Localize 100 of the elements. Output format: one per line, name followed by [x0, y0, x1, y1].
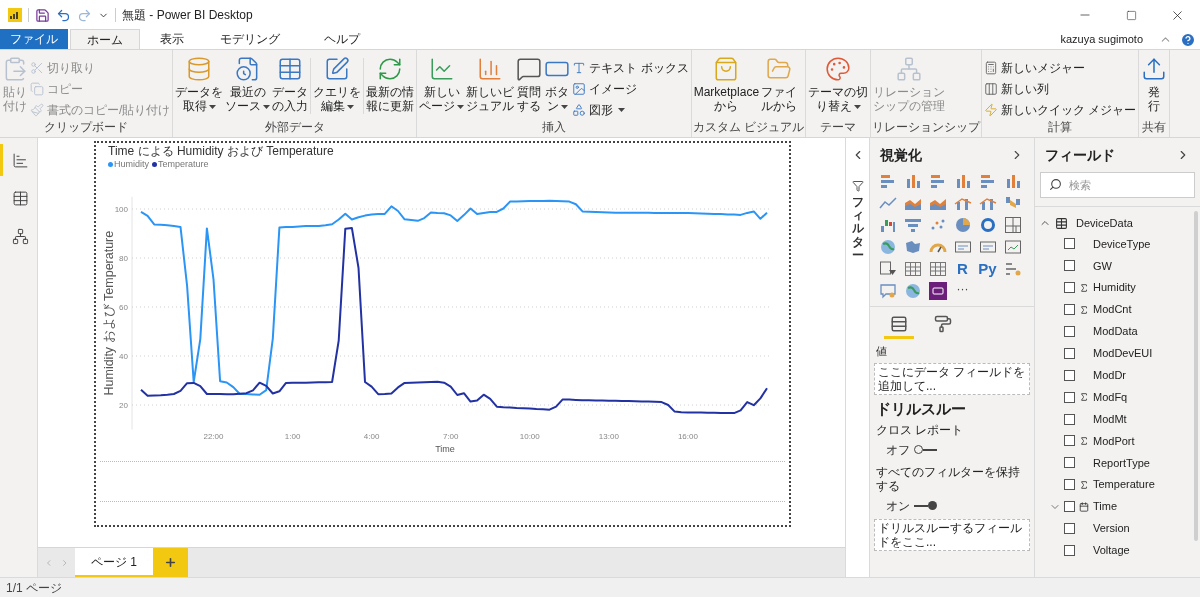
drop-zone[interactable]: ドリルスルーするフィールドをここ...: [874, 518, 1030, 551]
drop-zone[interactable]: ここにデータ フィールドを追加して...: [874, 362, 1030, 395]
treemap-icon[interactable]: [1003, 216, 1022, 234]
search-field[interactable]: 検索: [1040, 172, 1195, 198]
field-name[interactable]: Temperature: [1093, 476, 1155, 493]
field-name[interactable]: Time: [1093, 498, 1118, 515]
field-name[interactable]: ModDr: [1093, 367, 1126, 384]
ribbon-button[interactable]: テーマの切 り替え: [807, 54, 870, 120]
field-name[interactable]: GW: [1093, 257, 1112, 275]
slicer-icon[interactable]: [878, 260, 897, 278]
table-name[interactable]: DeviceData: [1076, 214, 1133, 232]
field-name[interactable]: Version: [1093, 520, 1130, 537]
calendar-icon: [1079, 501, 1089, 512]
pie-chart-icon[interactable]: [953, 216, 972, 234]
ribbon-button[interactable]: データを 取得: [174, 54, 225, 120]
key-influencers-icon[interactable]: [1003, 260, 1022, 278]
field-name[interactable]: DeviceType: [1093, 235, 1151, 253]
checkbox[interactable]: [1064, 347, 1075, 359]
bar-chart-icon[interactable]: [978, 172, 997, 190]
ribbon-button[interactable]: 発 行: [1140, 54, 1169, 120]
checkbox[interactable]: [1064, 238, 1075, 250]
table-icon[interactable]: [928, 260, 947, 278]
ribbon-button[interactable]: Marketplace から: [692, 54, 761, 120]
ribbon-button[interactable]: ボタ ン: [543, 54, 572, 120]
field-name[interactable]: Humidity: [1093, 279, 1136, 296]
file-tab[interactable]: ファイル: [0, 29, 68, 49]
donut-chart-icon[interactable]: [978, 216, 997, 234]
checkbox[interactable]: [1064, 435, 1075, 447]
globe-icon[interactable]: [903, 282, 922, 300]
checkbox[interactable]: [1064, 326, 1075, 337]
checkbox[interactable]: [1064, 544, 1075, 556]
save-icon[interactable]: [35, 7, 50, 23]
checkbox[interactable]: [1064, 304, 1075, 316]
ribbon-button[interactable]: ファイ ルから: [760, 54, 799, 120]
sigma-icon: [1079, 435, 1089, 446]
refresh-icon: [377, 56, 404, 82]
ribbon-button[interactable]: クエリを 編集: [312, 54, 363, 120]
table-icon[interactable]: [903, 260, 922, 278]
script-visual-icon[interactable]: Py: [978, 260, 997, 278]
kpi-icon[interactable]: [1003, 238, 1022, 256]
ribbon-button[interactable]: 新しいクイック メジャー: [984, 100, 1137, 119]
axis-tick-label: 10:00: [519, 431, 540, 441]
ribbon-button[interactable]: 最新の情 報に更新: [365, 54, 416, 120]
ribbon-button[interactable]: テキスト ボックス: [572, 58, 689, 77]
more-visuals-button[interactable]: ···: [953, 282, 972, 300]
field-name[interactable]: ModFq: [1093, 388, 1128, 406]
undo-icon[interactable]: [56, 7, 71, 23]
button-label: ファイ: [761, 85, 798, 99]
ribbon-button[interactable]: 質問 する: [515, 54, 544, 120]
checkbox[interactable]: [1064, 391, 1075, 403]
ribbon-button[interactable]: 新しいメジャー: [984, 58, 1137, 77]
map-icon[interactable]: [903, 238, 922, 256]
ribbon-button[interactable]: 新しい ページ: [418, 54, 466, 120]
group-label: 計算: [1047, 120, 1074, 136]
field-name[interactable]: ModDevEUI: [1093, 345, 1153, 362]
button-label: データを: [175, 85, 224, 99]
card-icon[interactable]: [978, 238, 997, 256]
field-name[interactable]: ModData: [1093, 323, 1138, 340]
ribbon-button[interactable]: イメージ: [572, 79, 689, 98]
image-icon: [572, 81, 587, 96]
axis-tick-label: 22:00: [203, 431, 224, 441]
checkbox[interactable]: [1064, 501, 1075, 513]
custom-visual-icon[interactable]: [928, 282, 947, 300]
ribbon-button[interactable]: 新しいビ ジュアル: [465, 54, 516, 120]
toggle-switch[interactable]: [914, 501, 937, 510]
field-name[interactable]: ModMt: [1093, 410, 1127, 428]
field-name[interactable]: ModPort: [1093, 432, 1135, 450]
table-icon: [277, 56, 304, 82]
checkbox[interactable]: [1064, 413, 1075, 425]
card-icon[interactable]: [953, 238, 972, 256]
checkbox[interactable]: [1064, 523, 1075, 534]
filters-pane-collapsed[interactable]: フィルター: [845, 138, 870, 577]
field-name[interactable]: ReportType: [1093, 454, 1150, 472]
bar-chart-icon[interactable]: [928, 172, 947, 190]
checkbox[interactable]: [1064, 479, 1075, 491]
ribbon-button[interactable]: 新しい列: [984, 79, 1137, 98]
checkbox[interactable]: [1064, 282, 1075, 294]
button-label: ソース: [225, 99, 271, 113]
help-icon[interactable]: [1180, 31, 1196, 48]
checkbox[interactable]: [1064, 260, 1075, 272]
field-name[interactable]: ModCnt: [1093, 301, 1132, 318]
funnel-chart-icon[interactable]: [903, 216, 922, 234]
checkbox[interactable]: [1064, 457, 1075, 469]
button-label: 新しいビ: [466, 85, 515, 99]
scrollbar[interactable]: [1194, 211, 1198, 541]
field-name[interactable]: Voltage: [1093, 542, 1130, 559]
ribbon-button[interactable]: 最近の ソース: [224, 54, 272, 120]
search-icon: [1049, 178, 1062, 191]
checkbox[interactable]: [1064, 369, 1075, 381]
bar-chart-icon[interactable]: [878, 172, 897, 190]
ribbon-button[interactable]: データ の入力: [271, 54, 310, 120]
caret-icon: [208, 104, 216, 109]
ribbon-button[interactable]: 図形: [572, 100, 689, 119]
fields-tab[interactable]: [884, 315, 914, 339]
page-tab[interactable]: ページ 1: [75, 548, 153, 577]
globe-icon[interactable]: [878, 238, 897, 256]
redo-icon[interactable]: [77, 7, 92, 23]
legend-label: Temperature: [158, 158, 209, 171]
ribbon-tab[interactable]: ホーム: [70, 29, 140, 49]
script-visual-icon[interactable]: R: [957, 260, 968, 278]
